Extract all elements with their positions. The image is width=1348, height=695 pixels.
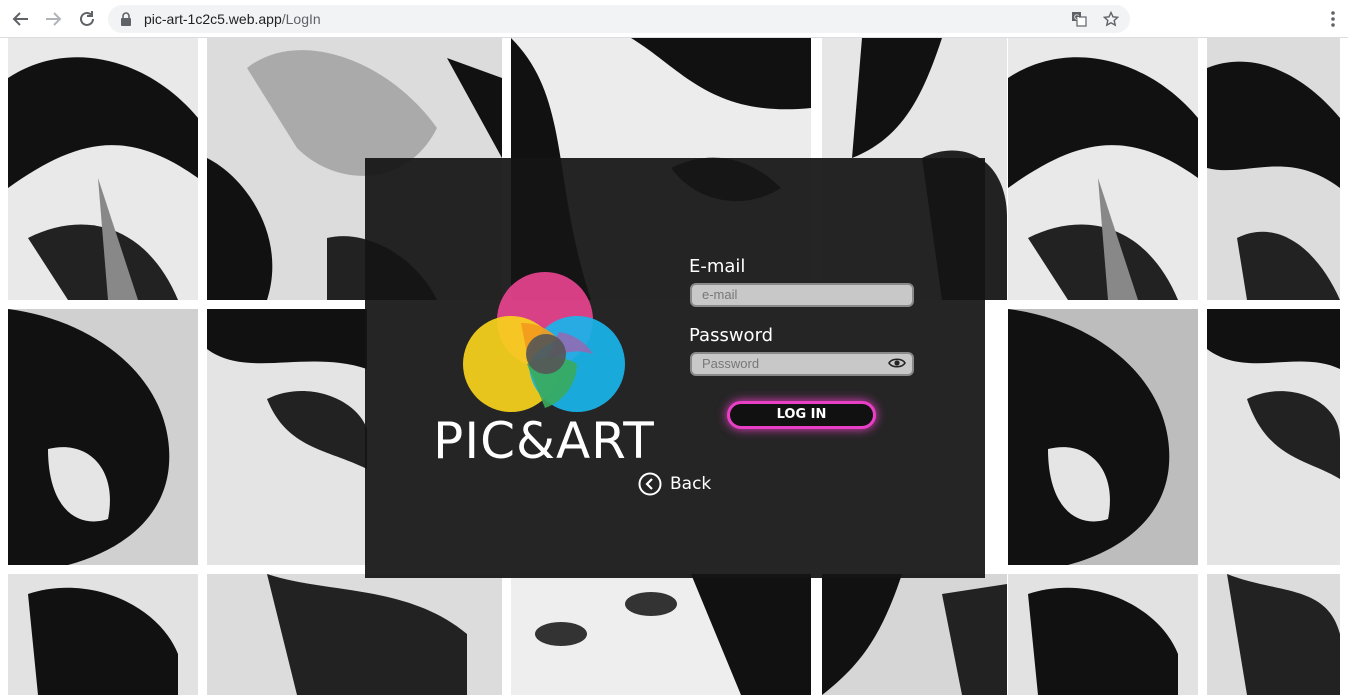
password-placeholder: Password — [702, 356, 760, 371]
lock-icon[interactable] — [120, 12, 132, 31]
password-label: Password — [689, 325, 774, 346]
browser-toolbar: pic-art-1c2c5.web.app/LogIn G — [0, 0, 1348, 38]
comic-panel — [207, 574, 502, 695]
comic-panel — [8, 38, 198, 300]
comic-panel — [1207, 574, 1340, 695]
url-text[interactable]: pic-art-1c2c5.web.app/LogIn — [144, 11, 321, 27]
login-card: PIC&ART E-mail e-mail Password Password … — [365, 158, 985, 578]
email-label: E-mail — [689, 256, 746, 277]
eye-icon[interactable] — [888, 356, 906, 376]
star-icon[interactable] — [1102, 10, 1120, 28]
comic-panel — [8, 574, 198, 695]
url-host: pic-art-1c2c5.web.app — [144, 11, 282, 27]
back-label: Back — [670, 474, 712, 494]
reload-icon[interactable] — [76, 8, 98, 30]
translate-icon[interactable]: G — [1070, 10, 1088, 28]
comic-panel — [1008, 38, 1198, 300]
comic-panel — [511, 574, 811, 695]
logo-circles-icon — [463, 272, 625, 412]
svg-text:G: G — [1074, 15, 1079, 22]
comic-panel — [1207, 38, 1340, 300]
comic-panel — [1008, 574, 1198, 695]
comic-panel — [822, 574, 1007, 695]
brand-name: PIC&ART — [433, 412, 655, 470]
chevron-left-circle-icon[interactable] — [638, 472, 662, 496]
url-path: /LogIn — [281, 11, 321, 27]
brand-logo: PIC&ART — [419, 268, 669, 470]
comic-panel — [1207, 309, 1340, 565]
password-field[interactable]: Password — [690, 352, 914, 376]
address-bar[interactable]: pic-art-1c2c5.web.app/LogIn G — [108, 5, 1130, 33]
email-field[interactable]: e-mail — [690, 283, 914, 307]
more-vert-icon[interactable] — [1330, 9, 1336, 34]
back-link[interactable]: Back — [638, 471, 711, 497]
comic-panel — [207, 309, 367, 565]
email-placeholder: e-mail — [702, 287, 738, 302]
comic-panel — [1008, 309, 1198, 565]
back-arrow-icon[interactable] — [10, 8, 32, 30]
forward-arrow-icon[interactable] — [42, 8, 64, 30]
login-button[interactable]: LOG IN — [727, 401, 876, 429]
comic-panel — [8, 309, 198, 565]
